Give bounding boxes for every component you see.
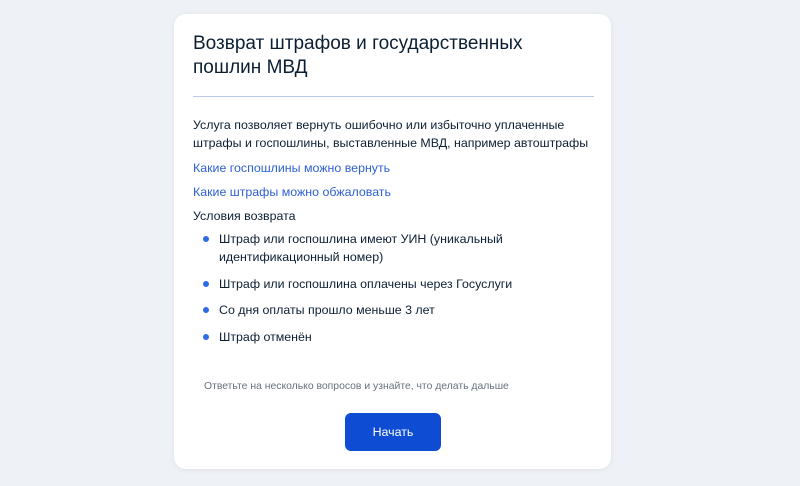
service-card: Возврат штрафов и государственных пошлин…: [174, 14, 611, 469]
link-which-fines-appealable[interactable]: Какие штрафы можно обжаловать: [193, 183, 391, 201]
condition-text: Штраф отменён: [219, 329, 312, 344]
condition-text: Штраф или госпошлина имеют УИН (уникальн…: [219, 232, 503, 264]
conditions-list: Штраф или госпошлина имеют УИН (уникальн…: [203, 230, 583, 354]
list-item: Штраф отменён: [203, 328, 583, 346]
condition-text: Штраф или госпошлина оплачены через Госу…: [219, 276, 513, 291]
list-item: Со дня оплаты прошло меньше 3 лет: [203, 301, 583, 319]
bullet-dot-icon: [203, 333, 209, 340]
hint-text: Ответьте на несколько вопросов и узнайте…: [204, 381, 509, 392]
list-item: Штраф или госпошлина имеют УИН (уникальн…: [203, 230, 583, 266]
conditions-heading: Условия возврата: [193, 209, 296, 223]
page-title: Возврат штрафов и государственных пошлин…: [193, 33, 523, 78]
link-which-fees-refundable[interactable]: Какие госпошлины можно вернуть: [193, 159, 390, 177]
list-item: Штраф или госпошлина оплачены через Госу…: [203, 275, 583, 293]
condition-text: Со дня оплаты прошло меньше 3 лет: [219, 303, 435, 317]
bullet-dot-icon: [203, 307, 209, 313]
title-divider: [193, 96, 594, 97]
bullet-dot-icon: [203, 236, 209, 242]
bullet-dot-icon: [203, 280, 209, 287]
service-description: Услуга позволяет вернуть ошибочно или из…: [193, 118, 589, 150]
start-button[interactable]: Начать: [345, 413, 441, 451]
